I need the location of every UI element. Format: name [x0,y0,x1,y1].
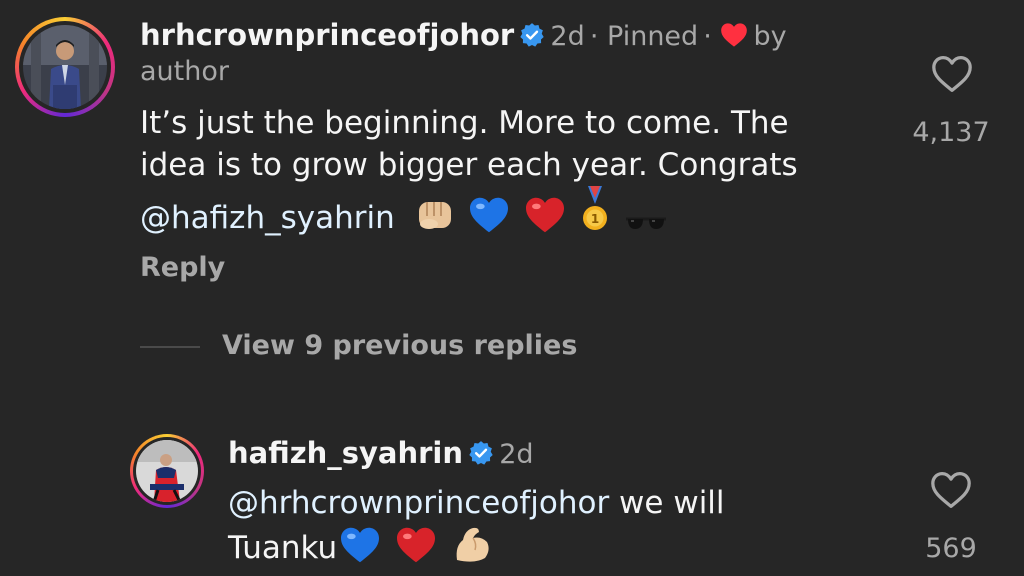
liked-by-author: author [140,56,229,87]
view-previous-replies-button[interactable]: View 9 previous replies [222,330,577,361]
liked-by-label: by [753,21,787,52]
sunglasses-emoji-icon [624,203,668,245]
blue-heart-emoji-icon [339,526,381,575]
like-count: 569 [925,533,977,564]
comment-username[interactable]: hafizh_syahrin [228,436,463,470]
fist-emoji-icon [415,198,455,245]
like-count: 4,137 [912,117,990,148]
avatar[interactable] [130,434,204,508]
avatar-image [23,25,107,109]
red-heart-emoji-icon [395,526,437,575]
comment-text: @hrhcrownprinceofjohor we will Tuanku [228,482,888,575]
replies-divider [140,346,200,348]
like-heart-icon[interactable] [929,470,973,514]
heart-filled-icon [720,22,748,52]
red-heart-emoji-icon [524,196,566,245]
medal-emoji-icon: 1 [580,186,610,245]
avatar-image [136,440,198,502]
svg-text:1: 1 [591,212,599,226]
flexed-bicep-emoji-icon [451,524,493,575]
blue-heart-emoji-icon [468,196,510,245]
like-heart-icon[interactable] [930,54,974,98]
mention-link[interactable]: @hrhcrownprinceofjohor [228,485,609,521]
avatar[interactable] [15,17,115,117]
verified-badge-icon [519,22,545,52]
verified-badge-icon [468,440,494,470]
comment-username[interactable]: hrhcrownprinceofjohor [140,18,514,52]
comment-time: 2d [550,21,585,52]
reply-button[interactable]: Reply [140,252,225,283]
pinned-label: Pinned [607,21,699,52]
mention-link[interactable]: @hafizh_syahrin [140,200,395,236]
comment-time: 2d [499,439,534,470]
comment-text: It’s just the beginning. More to come. T… [140,102,880,245]
